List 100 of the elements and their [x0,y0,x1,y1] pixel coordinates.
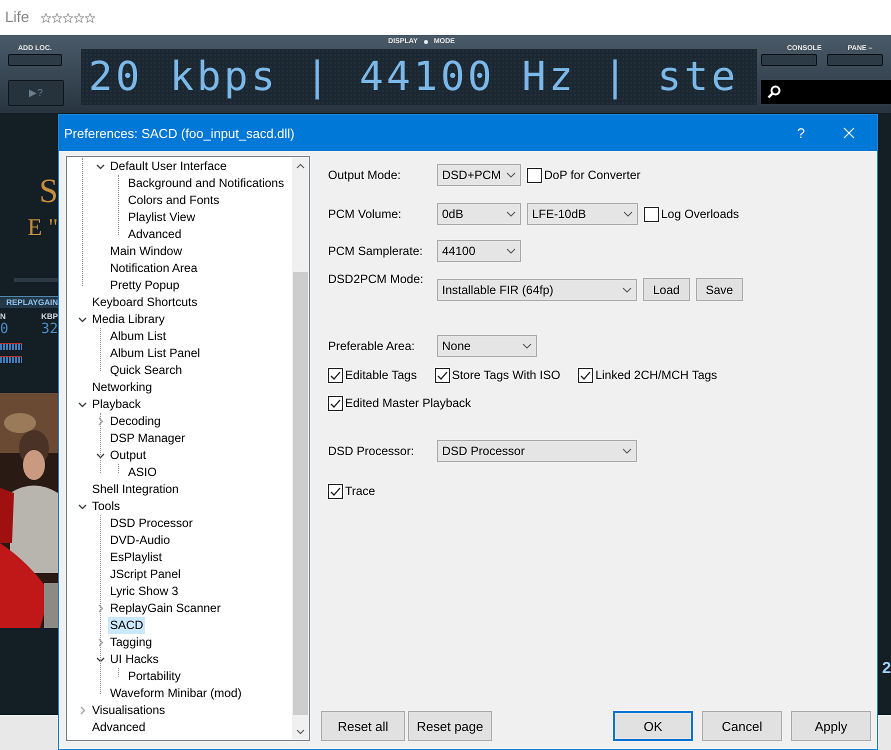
checkbox[interactable]: Edited Master Playback [328,396,472,410]
dropdown[interactable]: 44100 [437,240,521,262]
column-label: N [0,312,6,321]
tree-item[interactable]: Media Library [90,311,167,328]
chevron-down-icon[interactable] [78,315,86,324]
tree-item[interactable]: Lyric Show 3 [108,583,180,600]
chevron-right-icon[interactable] [96,638,104,647]
checkbox[interactable]: DoP for Converter [527,168,640,182]
dialog-button[interactable]: Reset page [408,711,492,741]
checkbox[interactable]: Store Tags With ISO [434,368,560,382]
checkmark-icon [436,370,448,380]
chevron-down-icon[interactable] [506,248,516,254]
dropdown[interactable]: Installable FIR (64fp) [437,278,637,300]
replaygain-header: REPLAYGAIN [0,296,58,308]
star-icon[interactable] [85,12,96,22]
scroll-up-icon[interactable] [296,162,305,168]
scroll-thumb[interactable] [293,272,308,715]
help-button[interactable]: ? [781,125,821,141]
tree-item[interactable]: Album List [108,328,168,345]
chevron-down-icon[interactable] [96,162,104,171]
dialog-button[interactable]: Reset all [321,711,405,741]
checkbox[interactable]: Linked 2CH/MCH Tags [578,368,718,382]
tree-item[interactable]: Waveform Minibar (mod) [108,685,244,702]
close-icon [843,127,855,139]
dropdown[interactable]: DSD+PCM [437,164,521,186]
star-icon[interactable] [63,12,74,22]
tree-item[interactable]: DSP Manager [108,430,188,447]
chevron-right-icon[interactable] [96,604,104,613]
tree-item[interactable]: Advanced [90,719,148,736]
bitrate-value: 32 [41,321,58,337]
tree-item[interactable]: Tools [90,498,122,515]
tree-item[interactable]: Advanced [126,226,184,243]
star-icon[interactable] [41,12,52,22]
checkmark-icon [330,486,341,496]
chevron-down-icon[interactable] [623,211,633,217]
field-label: DSD Processor: [328,444,416,458]
tree-item[interactable]: Tagging [108,634,154,651]
checkmark-icon [330,398,341,408]
tree-item[interactable]: Pretty Popup [108,277,182,294]
tree-item[interactable]: JScript Panel [108,566,183,583]
dropdown[interactable]: DSD Processor [437,440,637,462]
tree-item[interactable]: DSD Processor [108,515,195,532]
chevron-down-icon[interactable] [506,172,516,178]
tree-item[interactable]: Notification Area [108,260,200,277]
tree-item[interactable]: Keyboard Shortcuts [90,294,200,311]
scrollbar[interactable] [292,157,309,740]
chevron-down-icon[interactable] [78,502,86,511]
tree-item[interactable]: ReplayGain Scanner [108,600,223,617]
chevron-down-icon[interactable] [522,343,532,349]
dropdown[interactable]: 0dB [437,203,521,225]
checkbox[interactable]: Trace [328,484,376,498]
tree-item[interactable]: EsPlaylist [108,549,164,566]
level-meter [0,343,22,350]
chevron-down-icon[interactable] [96,655,104,664]
star-icon[interactable] [52,12,62,22]
separator-dot [424,40,428,44]
tree-item[interactable]: Background and Notifications [126,175,286,192]
dialog-button[interactable]: Cancel [702,711,782,741]
dialog-button[interactable]: Save [696,278,744,301]
tree-item[interactable]: Decoding [108,413,163,430]
dropdown[interactable]: LFE-10dB [527,203,638,225]
tree-item[interactable]: ASIO [126,464,159,481]
dropdown[interactable]: None [437,335,537,357]
tree-item[interactable]: Shell Integration [90,481,181,498]
display-text: 20 kbps | 44100 Hz | ste [88,53,738,102]
chevron-down-icon[interactable] [506,211,516,217]
search-field[interactable] [761,80,891,104]
chevron-right-icon[interactable] [78,706,86,715]
field-label: Preferable Area: [328,339,416,353]
tree-item[interactable]: DVD-Audio [108,532,172,549]
dialog-button[interactable]: OK [613,711,693,741]
tree-item[interactable]: Portability [126,668,183,685]
chevron-right-icon[interactable] [96,417,104,426]
tree-item[interactable]: SACD [108,617,146,634]
tree-item[interactable]: Output [108,447,148,464]
tree-item[interactable]: Visualisations [90,702,168,719]
field-label: Output Mode: [328,168,402,182]
field-label: PCM Samplerate: [328,244,424,258]
checkbox[interactable]: Log Overloads [644,206,740,222]
tree-item[interactable]: Main Window [108,243,184,260]
tree-item[interactable]: Networking [90,379,154,396]
dialog-button[interactable]: Apply [791,711,871,741]
counter-fragment: 2 [882,660,891,678]
tree-item[interactable]: Playlist View [126,209,198,226]
tree-item[interactable]: UI Hacks [108,651,161,668]
chevron-down-icon[interactable] [622,448,632,454]
checkbox[interactable]: Editable Tags [328,368,417,382]
star-icon[interactable] [74,12,84,22]
chevron-down-icon[interactable] [622,286,632,292]
scroll-down-icon[interactable] [296,728,305,734]
chevron-down-icon[interactable] [78,400,86,409]
dialog-button[interactable]: Load [643,278,690,301]
tree-item[interactable]: Quick Search [108,362,184,379]
tree-item[interactable]: Colors and Fonts [126,192,222,209]
tree-item[interactable]: Playback [90,396,143,413]
tree-item[interactable]: Album List Panel [108,345,202,362]
album-subtitle-fragment: E " [26,215,58,242]
chevron-down-icon[interactable] [96,451,104,460]
gain-value: 0 [0,321,8,337]
tree-item[interactable]: Default User Interface [108,158,229,175]
